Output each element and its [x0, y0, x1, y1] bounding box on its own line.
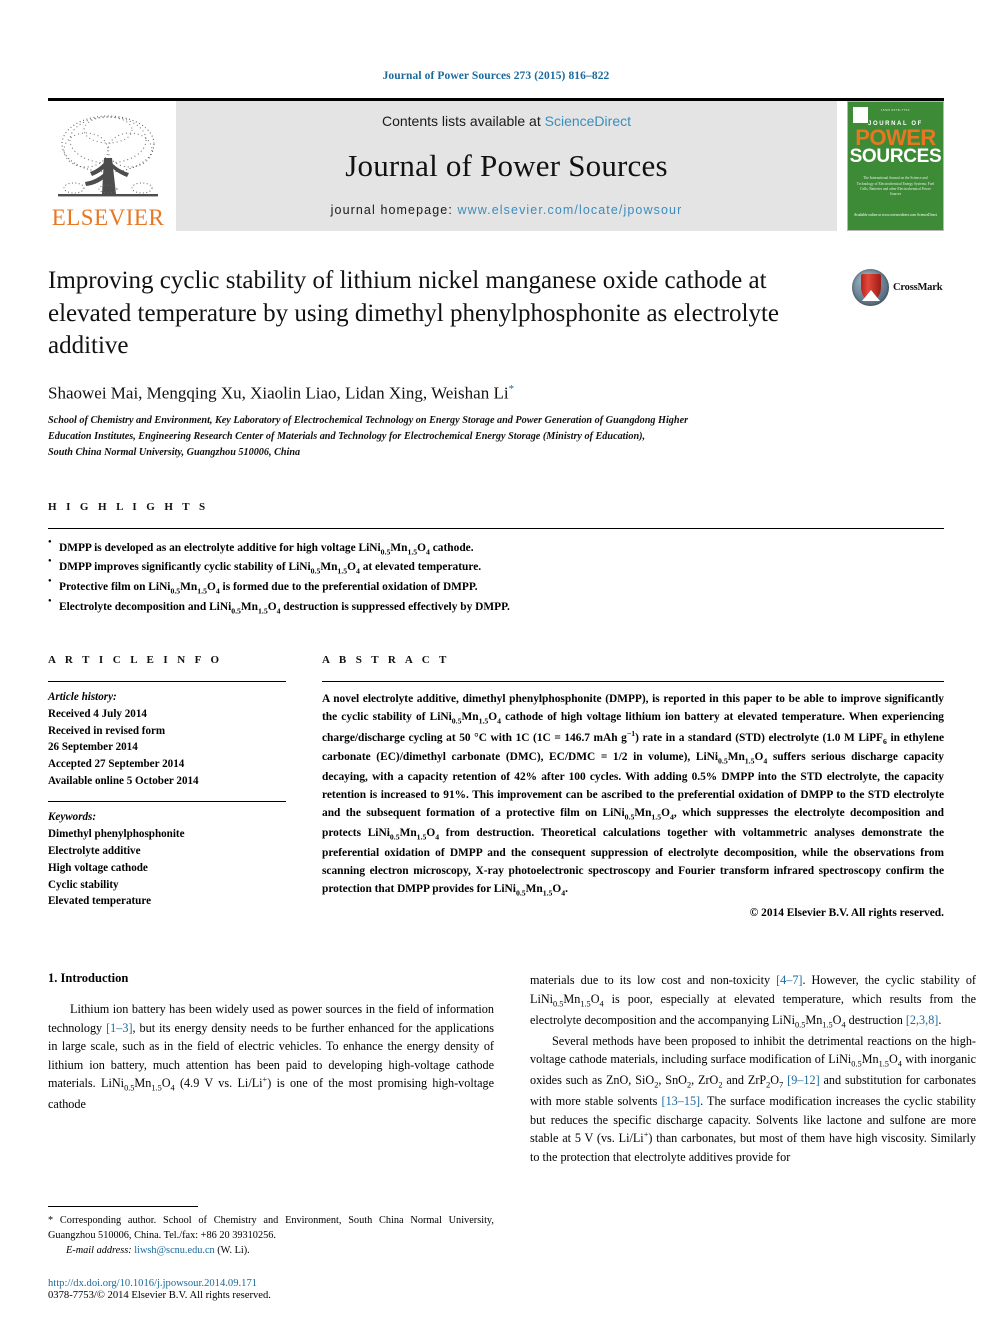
history-item: 26 September 2014 — [48, 741, 138, 754]
affiliation-line: School of Chemistry and Environment, Key… — [48, 415, 689, 427]
crossmark-icon — [852, 268, 889, 306]
affiliation-block: School of Chemistry and Environment, Key… — [48, 413, 848, 460]
doi-block: http://dx.doi.org/10.1016/j.jpowsour.201… — [48, 1278, 494, 1301]
author-names: Shaowei Mai, Mengqing Xu, Xiaolin Liao, … — [48, 383, 509, 403]
list-item: DMPP is developed as an electrolyte addi… — [48, 538, 944, 559]
history-item: Available online 5 October 2014 — [48, 775, 199, 788]
keyword-item: Electrolyte additive — [48, 844, 141, 857]
keyword-item: Cyclic stability — [48, 878, 119, 891]
abstract-copyright: © 2014 Elsevier B.V. All rights reserved… — [749, 906, 944, 919]
article-info-heading: A R T I C L E I N F O — [48, 653, 223, 666]
journal-masthead: ELSEVIER Contents lists available at Sci… — [48, 98, 944, 231]
sciencedirect-link[interactable]: ScienceDirect — [545, 113, 631, 129]
crossmark-label: CrossMark — [893, 281, 943, 293]
section-heading-introduction: 1. Introduction — [48, 970, 129, 985]
cover-power-word: POWER — [855, 125, 936, 150]
page-title: Improving cyclic stability of lithium ni… — [48, 267, 780, 359]
history-item: Accepted 27 September 2014 — [48, 758, 185, 771]
email-suffix: (W. Li). — [217, 1244, 250, 1256]
journal-homepage-line: journal homepage: www.elsevier.com/locat… — [331, 203, 683, 217]
affiliation-line: South China Normal University, Guangzhou… — [48, 446, 301, 458]
masthead-center-panel: Contents lists available at ScienceDirec… — [176, 101, 837, 231]
history-item: Received 4 July 2014 — [48, 707, 147, 720]
cover-top-line: ISSN 0378-7753 — [881, 108, 910, 112]
journal-title: Journal of Power Sources — [345, 148, 668, 183]
article-history-block: Article history: Received 4 July 2014 Re… — [48, 682, 286, 790]
doi-link[interactable]: http://dx.doi.org/10.1016/j.jpowsour.201… — [48, 1278, 494, 1289]
affiliation-line: Education Institutes, Engineering Resear… — [48, 430, 646, 442]
issn-copyright-line: 0378-7753/© 2014 Elsevier B.V. All right… — [48, 1290, 271, 1301]
list-item: Electrolyte decomposition and LiNi0.5Mn1… — [48, 597, 944, 618]
info-abstract-row: A R T I C L E I N F O Article history: R… — [48, 654, 944, 919]
paper-page: Journal of Power Sources 273 (2015) 816–… — [0, 0, 992, 1323]
email-note: E-mail address: liwsh@scnu.edu.cn (W. Li… — [66, 1243, 494, 1258]
history-item: Received in revised form — [48, 724, 166, 737]
crossmark-badge-group[interactable]: CrossMark — [852, 267, 944, 307]
contents-available-line: Contents lists available at ScienceDirec… — [382, 113, 631, 129]
contents-prefix: Contents lists available at — [381, 113, 545, 129]
footnote-rule — [48, 1205, 198, 1207]
journal-homepage-link[interactable]: www.elsevier.com/locate/jpowsour — [457, 203, 682, 217]
body-columns: 1. Introduction Lithium ion battery has … — [48, 971, 976, 1167]
abstract-text: A novel electrolyte additive, dimethyl p… — [322, 692, 944, 898]
cover-blurb: The International Journal on the Science… — [856, 176, 935, 197]
author-list: Shaowei Mai, Mengqing Xu, Xiaolin Liao, … — [48, 383, 944, 404]
keywords-label: Keywords: — [48, 811, 97, 824]
cover-sources-word: SOURCES — [849, 146, 942, 168]
article-info-column: A R T I C L E I N F O Article history: R… — [48, 654, 286, 919]
running-head: Journal of Power Sources 273 (2015) 816–… — [382, 70, 610, 82]
article-title-block: CrossMark Improving cyclic stability of … — [48, 265, 944, 461]
footnote-block: * Corresponding author. School of Chemis… — [48, 1205, 494, 1301]
highlights-section: H I G H L I G H T S DMPP is developed as… — [48, 501, 944, 618]
keywords-block: Keywords: Dimethyl phenylphosphonite Ele… — [48, 802, 286, 910]
paragraph: materials due to its low cost and non-to… — [530, 972, 976, 1030]
list-item: Protective film on LiNi0.5Mn1.5O4 is for… — [48, 577, 944, 598]
abstract-column: A B S T R A C T A novel electrolyte addi… — [322, 654, 944, 919]
homepage-prefix: journal homepage: — [330, 203, 458, 217]
paragraph: Several methods have been proposed to in… — [530, 1033, 976, 1164]
body-column-right: materials due to its low cost and non-to… — [530, 971, 976, 1167]
email-link[interactable]: liwsh@scnu.edu.cn — [134, 1245, 214, 1256]
elsevier-wordmark: ELSEVIER — [51, 205, 165, 230]
keyword-item: Dimethyl phenylphosphonite — [48, 827, 185, 840]
article-history-label: Article history: — [48, 690, 117, 703]
elsevier-tree-icon — [58, 115, 158, 197]
body-column-left: 1. Introduction Lithium ion battery has … — [48, 971, 494, 1167]
paragraph: Lithium ion battery has been widely used… — [48, 1001, 495, 1112]
keyword-item: Elevated temperature — [48, 895, 151, 908]
elsevier-logo: ELSEVIER — [48, 101, 168, 231]
cover-elsevier-mark-icon — [853, 107, 868, 123]
corresponding-author-marker[interactable]: * — [509, 383, 515, 395]
highlights-heading: H I G H L I G H T S — [48, 500, 209, 513]
abstract-heading: A B S T R A C T — [322, 653, 450, 666]
keyword-item: High voltage cathode — [48, 861, 148, 874]
email-label: E-mail address: — [66, 1244, 132, 1256]
cover-footer: Available online at www.sciencedirect.co… — [853, 212, 938, 217]
journal-cover-thumbnail: ISSN 0378-7753 JOURNAL OF POWER SOURCES … — [847, 101, 944, 231]
highlights-list: DMPP is developed as an electrolyte addi… — [48, 529, 944, 618]
list-item: DMPP improves significantly cyclic stabi… — [48, 557, 944, 578]
corresponding-author-note: * Corresponding author. School of Chemis… — [48, 1214, 494, 1241]
